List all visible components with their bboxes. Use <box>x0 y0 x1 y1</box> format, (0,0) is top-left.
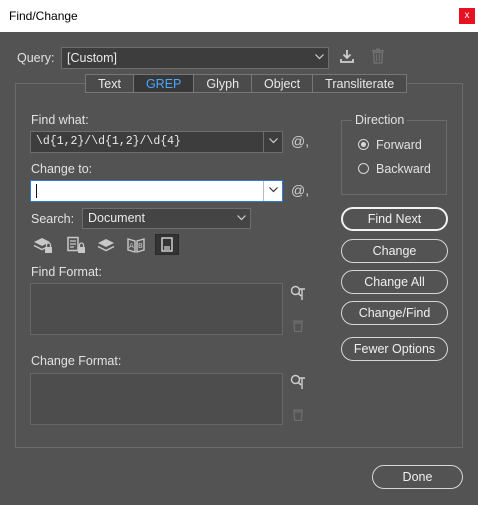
find-what-value: \d{1,2}/\d{1,2}/\d{4} <box>36 135 181 148</box>
special-characters-icon[interactable]: @, <box>291 133 309 149</box>
backward-radio[interactable] <box>358 163 369 174</box>
specify-change-format-icon[interactable] <box>290 374 306 393</box>
query-select[interactable]: [Custom] <box>61 47 329 69</box>
change-all-button[interactable]: Change All <box>341 270 448 294</box>
tab-bar: Text GREP Glyph Object Transliterate <box>85 74 408 93</box>
search-label: Search: <box>31 212 75 226</box>
find-format-label: Find Format: <box>31 265 102 279</box>
forward-radio[interactable] <box>358 139 369 150</box>
delete-find-format-icon[interactable] <box>292 319 304 335</box>
find-what-input[interactable]: \d{1,2}/\d{1,2}/\d{4} <box>30 131 283 153</box>
include-locked-layers-icon[interactable] <box>33 236 53 257</box>
tab-glyph[interactable]: Glyph <box>194 74 253 93</box>
delete-query-icon[interactable] <box>371 48 385 67</box>
title-bar: Find/Change x <box>0 0 478 32</box>
search-scope-select[interactable]: Document <box>82 208 251 229</box>
done-button[interactable]: Done <box>372 465 463 489</box>
tab-grep[interactable]: GREP <box>133 74 195 93</box>
change-format-box[interactable] <box>30 373 283 425</box>
search-scope-value: Document <box>88 211 145 225</box>
close-icon: x <box>464 10 470 21</box>
change-to-input[interactable] <box>30 180 283 202</box>
tab-transliterate[interactable]: Transliterate <box>313 74 408 93</box>
include-footnotes-icon[interactable] <box>155 234 179 255</box>
query-value: [Custom] <box>67 51 118 65</box>
chevron-down-icon[interactable] <box>263 181 282 201</box>
forward-label[interactable]: Forward <box>376 138 422 152</box>
include-locked-stories-icon[interactable] <box>66 236 86 257</box>
fewer-options-button[interactable]: Fewer Options <box>341 337 448 361</box>
include-master-pages-icon[interactable]: AB <box>126 236 146 257</box>
query-label: Query: <box>17 51 55 65</box>
change-format-label: Change Format: <box>31 354 122 368</box>
window-title: Find/Change <box>9 9 78 23</box>
tab-object[interactable]: Object <box>252 74 314 93</box>
include-hidden-layers-icon[interactable] <box>97 236 115 257</box>
save-query-icon[interactable] <box>339 48 355 67</box>
change-find-button[interactable]: Change/Find <box>341 301 448 325</box>
chevron-down-icon[interactable] <box>263 132 282 152</box>
svg-text:B: B <box>138 242 143 250</box>
find-what-label: Find what: <box>31 113 89 127</box>
tab-text[interactable]: Text <box>85 74 134 93</box>
close-button[interactable]: x <box>459 8 475 24</box>
direction-label: Direction <box>352 113 408 127</box>
find-next-button[interactable]: Find Next <box>341 207 448 231</box>
backward-label[interactable]: Backward <box>376 162 431 176</box>
direction-group <box>341 120 447 195</box>
chevron-down-icon <box>232 209 250 228</box>
find-format-box[interactable] <box>30 283 283 335</box>
change-to-label: Change to: <box>31 162 93 176</box>
delete-change-format-icon[interactable] <box>292 408 304 424</box>
chevron-down-icon <box>310 48 328 68</box>
change-button[interactable]: Change <box>341 239 448 263</box>
special-characters-icon[interactable]: @, <box>291 182 309 198</box>
svg-text:A: A <box>129 242 134 250</box>
text-cursor <box>36 184 37 198</box>
specify-find-format-icon[interactable] <box>290 285 306 304</box>
